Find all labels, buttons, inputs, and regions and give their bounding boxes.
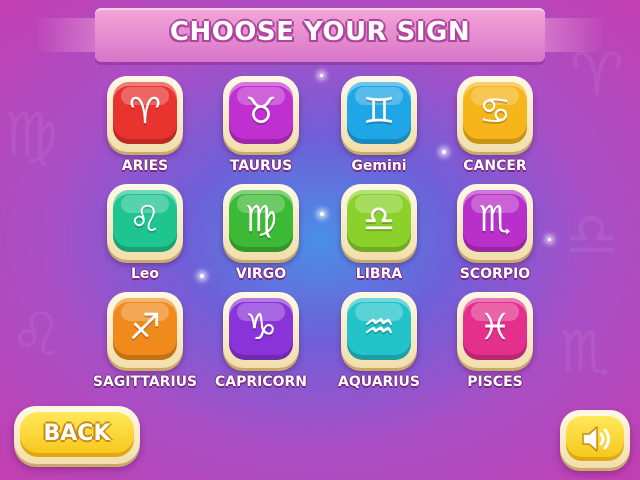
sign-button-face: ♈ [113, 82, 177, 144]
back-button-label: BACK [43, 421, 111, 446]
sign-cancer: ♋ CANCER [430, 76, 560, 182]
sign-button-leo[interactable]: ♌ [107, 184, 183, 260]
back-button-face: BACK [20, 412, 134, 457]
sign-button-face: ♒ [347, 298, 411, 360]
background-scorpio-glyph: ♏ [560, 320, 611, 385]
sign-button-pisces[interactable]: ♓ [457, 292, 533, 368]
virgo-icon: ♍ [244, 199, 278, 240]
sign-gemini: ♊ Gemini [314, 76, 444, 182]
sign-button-scorpio[interactable]: ♏ [457, 184, 533, 260]
sign-aquarius: ♒ AQUARIUS [314, 292, 444, 398]
cancer-icon: ♋ [478, 91, 512, 132]
background-virgo-glyph: ♍ [4, 100, 58, 170]
back-button[interactable]: BACK [14, 406, 140, 464]
sign-button-libra[interactable]: ♎ [341, 184, 417, 260]
sign-virgo: ♍ VIRGO [196, 184, 326, 290]
sign-libra: ♎ LIBRA [314, 184, 444, 290]
sign-sagittarius: ♐ SAGITTARIUS [80, 292, 210, 398]
sign-button-gemini[interactable]: ♊ [341, 76, 417, 152]
sign-label: PISCES [467, 374, 523, 390]
libra-icon: ♎ [362, 199, 396, 240]
sign-taurus: ♉ TAURUS [196, 76, 326, 182]
background-libra-glyph: ♎ [565, 200, 619, 270]
sign-button-face: ♌ [113, 190, 177, 252]
sign-button-face: ♍ [229, 190, 293, 252]
sign-button-face: ♑ [229, 298, 293, 360]
sign-label: CANCER [463, 158, 527, 174]
aries-icon: ♈ [128, 91, 162, 132]
gemini-icon: ♊ [362, 91, 396, 132]
sign-label: TAURUS [229, 158, 293, 174]
sign-button-face: ♏ [463, 190, 527, 252]
title-banner: CHOOSE YOUR SIGN [35, 8, 605, 62]
sign-button-face: ♉ [229, 82, 293, 144]
sign-label: SAGITTARIUS [92, 374, 198, 390]
sign-button-virgo[interactable]: ♍ [223, 184, 299, 260]
sign-label: CAPRICORN [214, 374, 308, 390]
speaker-icon [582, 426, 610, 452]
sign-button-face: ♐ [113, 298, 177, 360]
sign-button-capricorn[interactable]: ♑ [223, 292, 299, 368]
sign-button-face: ♓ [463, 298, 527, 360]
sign-label: VIRGO [235, 266, 287, 282]
sign-capricorn: ♑ CAPRICORN [196, 292, 326, 398]
sign-label: SCORPIO [459, 266, 531, 282]
taurus-icon: ♉ [244, 91, 278, 132]
sign-pisces: ♓ PISCES [430, 292, 560, 398]
background-leo-glyph: ♌ [10, 300, 64, 370]
sign-leo: ♌ Leo [80, 184, 210, 290]
capricorn-icon: ♑ [244, 307, 278, 348]
sound-button[interactable] [560, 410, 630, 468]
sign-button-sagittarius[interactable]: ♐ [107, 292, 183, 368]
sign-button-taurus[interactable]: ♉ [223, 76, 299, 152]
background-aries-glyph: ♈ [570, 40, 624, 110]
page-title: CHOOSE YOUR SIGN [169, 17, 471, 47]
pisces-icon: ♓ [478, 307, 512, 348]
sign-label: AQUARIUS [338, 374, 420, 390]
sign-scorpio: ♏ SCORPIO [430, 184, 560, 290]
sign-button-cancer[interactable]: ♋ [457, 76, 533, 152]
aquarius-icon: ♒ [362, 307, 396, 348]
sign-button-face: ♋ [463, 82, 527, 144]
sign-aries: ♈ ARIES [80, 76, 210, 182]
sign-label: ARIES [121, 158, 169, 174]
sound-button-face [566, 416, 624, 461]
sign-label: LIBRA [355, 266, 403, 282]
sign-button-face: ♊ [347, 82, 411, 144]
sign-label: Leo [130, 266, 160, 282]
sign-button-face: ♎ [347, 190, 411, 252]
sign-button-aquarius[interactable]: ♒ [341, 292, 417, 368]
sign-button-aries[interactable]: ♈ [107, 76, 183, 152]
scorpio-icon: ♏ [478, 199, 512, 240]
leo-icon: ♌ [128, 199, 162, 240]
sagittarius-icon: ♐ [128, 307, 162, 348]
sign-label: Gemini [351, 158, 407, 174]
